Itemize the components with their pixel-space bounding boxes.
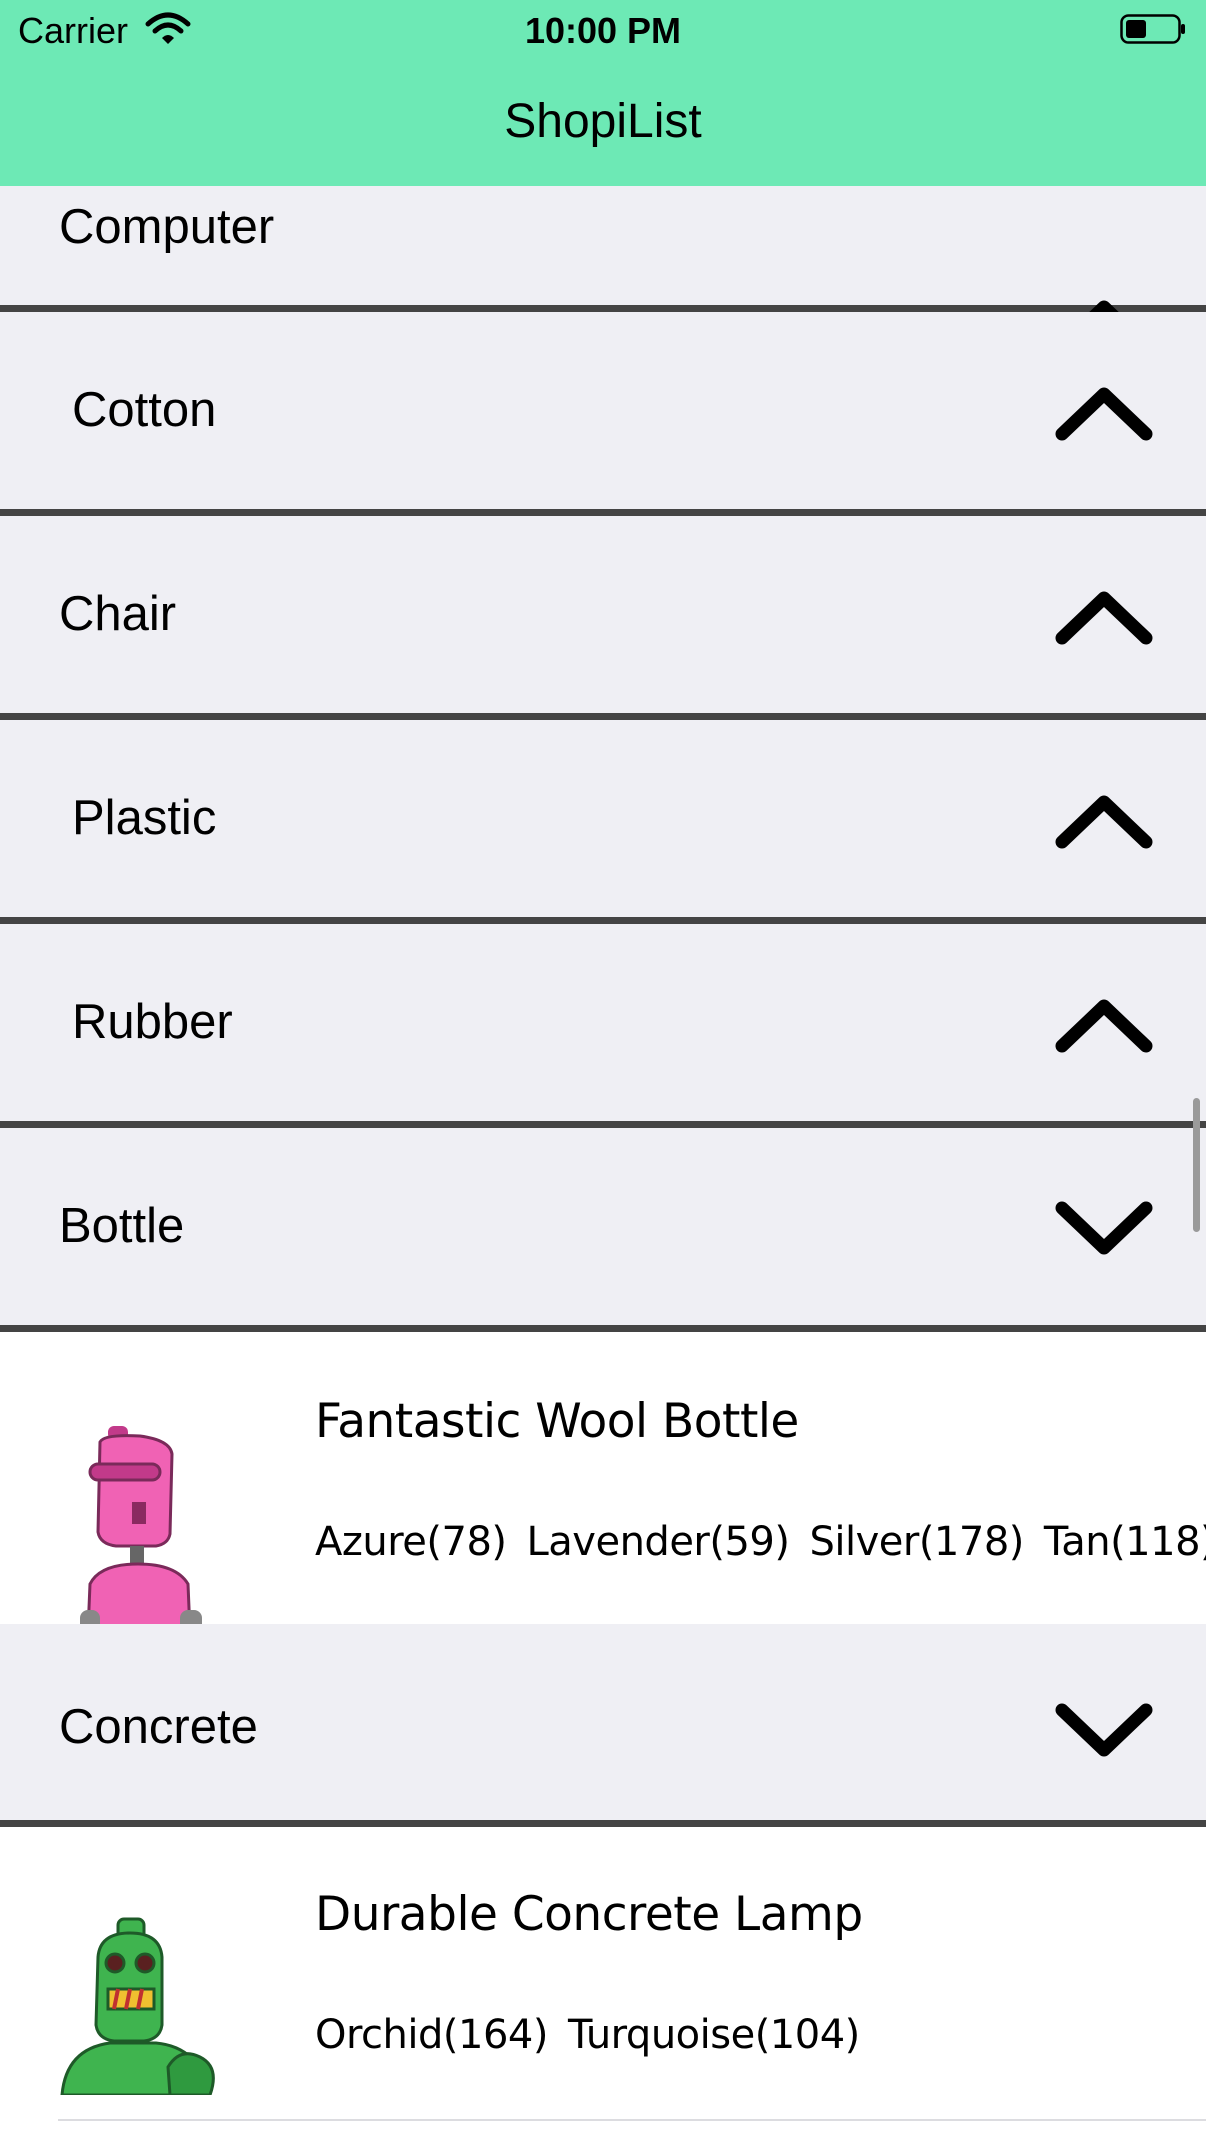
product-list[interactable]: Computer Cotton Chair Plastic Rubber Bot… <box>0 0 1206 2144</box>
section-header-concrete[interactable]: Concrete <box>0 1624 1206 1827</box>
section-header-chair[interactable]: Chair <box>0 516 1206 720</box>
product-variants: Azure(78) Lavender(59) Silver(178) Tan(118) <box>315 1519 1206 1565</box>
variant-label: Lavender(59) <box>526 1519 790 1565</box>
section-label: Rubber <box>72 995 233 1049</box>
section-header-bottle[interactable]: Bottle <box>0 1128 1206 1332</box>
product-name: Fantastic Wool Bottle <box>315 1394 799 1449</box>
chevron-up-icon <box>1055 387 1153 441</box>
status-bar: Carrier 10:00 PM <box>0 0 1206 60</box>
variant-label: Orchid(164) <box>315 2012 548 2058</box>
row-divider <box>58 2119 1206 2121</box>
chevron-up-icon <box>1055 999 1153 1053</box>
chevron-down-icon <box>1055 1201 1153 1255</box>
clock: 10:00 PM <box>524 10 682 51</box>
section-label: Cotton <box>72 383 217 437</box>
section-label: Chair <box>59 587 177 641</box>
section-label: Concrete <box>59 1700 258 1754</box>
section-header-plastic[interactable]: Plastic <box>0 720 1206 924</box>
section-label: Bottle <box>59 1199 185 1253</box>
section-header-cotton[interactable]: Cotton <box>0 312 1206 516</box>
list-item[interactable]: Fantastic Wool Bottle Azure(78) Lavender(… <box>0 1332 1206 1632</box>
battery-icon <box>1120 14 1185 44</box>
section-label: Plastic <box>72 791 217 845</box>
list-item[interactable]: Durable Concrete Lamp Orchid(164) Turquoi… <box>0 1827 1206 2144</box>
variant-label: Turquoise(104) <box>567 2012 860 2058</box>
robot-avatar-pink <box>80 1426 202 1632</box>
navigation-bar: Carrier 10:00 PM ShopiList <box>0 0 1206 186</box>
page-title: ShopiList <box>504 95 702 148</box>
robot-avatar-green <box>60 1917 215 2095</box>
chevron-down-icon <box>1055 1703 1153 1757</box>
variant-label: Silver(178) <box>809 1519 1024 1565</box>
chevron-up-icon <box>1055 591 1153 645</box>
variant-label: Azure(78) <box>315 1519 507 1565</box>
section-header-rubber[interactable]: Rubber <box>0 924 1206 1128</box>
scrollbar[interactable] <box>1193 1098 1200 1232</box>
product-name: Durable Concrete Lamp <box>315 1887 863 1942</box>
variant-label: Tan(118) <box>1043 1519 1206 1565</box>
product-variants: Orchid(164) Turquoise(104) <box>315 2012 880 2058</box>
chevron-up-icon <box>1055 795 1153 849</box>
